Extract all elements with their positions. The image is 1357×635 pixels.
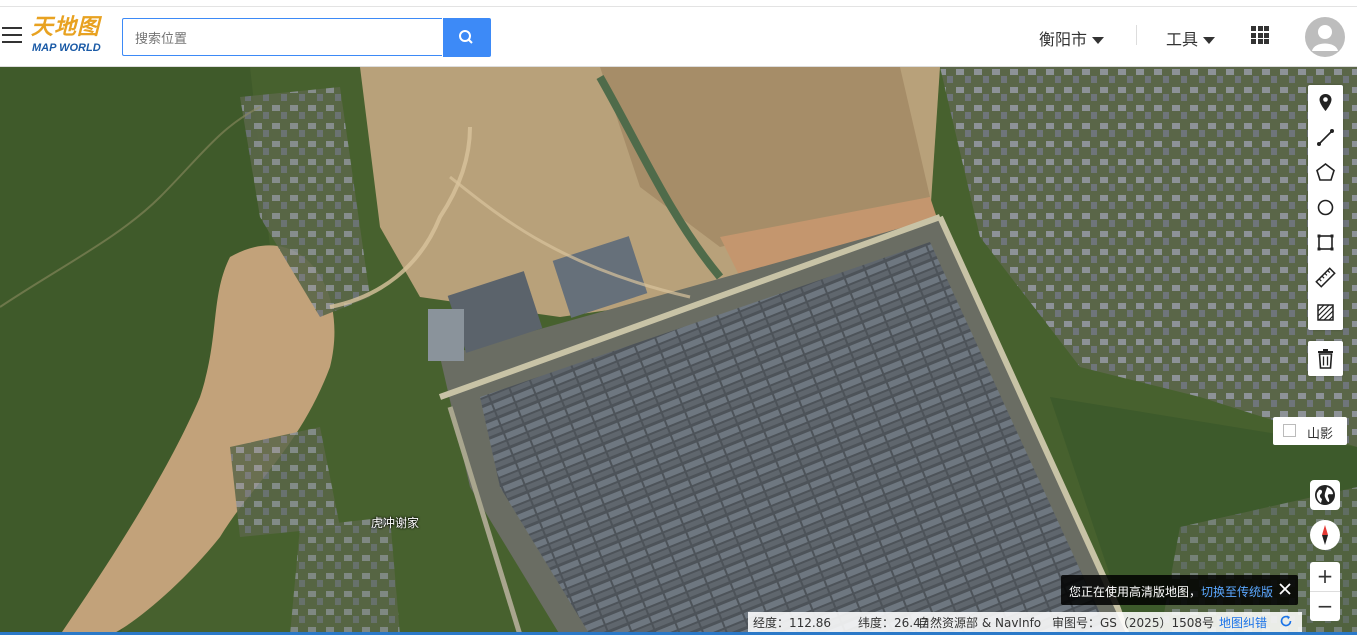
compass-icon[interactable]	[1310, 520, 1340, 550]
user-icon	[1312, 25, 1338, 51]
satellite-imagery	[0, 67, 1357, 635]
place-label: 虎冲谢家	[371, 516, 420, 530]
longitude-readout: 经度：112.86	[753, 616, 831, 630]
data-source: 自然资源部 & NavInfo	[918, 616, 1042, 630]
hatch-area-icon[interactable]	[1308, 295, 1343, 330]
map-version-notice: 您正在使用高清版地图，切换至传统版	[1061, 575, 1298, 605]
top-border	[0, 0, 1357, 7]
drawing-toolbar	[1308, 85, 1343, 330]
tools-label: 工具	[1166, 30, 1199, 49]
header-bar: 天地图 MAP WORLD 衡阳市 工具	[0, 7, 1357, 67]
chevron-down-icon	[1203, 37, 1216, 44]
line-icon[interactable]	[1308, 120, 1343, 155]
polygon-icon[interactable]	[1308, 155, 1343, 190]
search-box	[122, 18, 442, 56]
chevron-down-icon	[1092, 37, 1105, 44]
hillshade-label: 山影	[1307, 427, 1334, 442]
city-label: 衡阳市	[1039, 30, 1088, 49]
map-error-report-link[interactable]: 地图纠错	[1219, 614, 1267, 631]
city-selector[interactable]: 衡阳市	[1039, 26, 1105, 50]
hillshade-checkbox[interactable]	[1283, 424, 1296, 437]
marker-icon[interactable]	[1308, 85, 1343, 120]
approval-number: 审图号：GS（2025）1508号	[1052, 616, 1214, 630]
logo[interactable]: 天地图 MAP WORLD	[31, 15, 111, 59]
logo-text-cn: 天地图	[31, 14, 101, 40]
trash-icon[interactable]	[1308, 341, 1343, 376]
logo-text-en: MAP WORLD	[32, 42, 101, 54]
status-bar: 经度：112.86 纬度：26.47 自然资源部 & NavInfo 审图号：G…	[748, 612, 1302, 632]
zoom-out-button[interactable]: −	[1310, 591, 1340, 621]
zoom-in-button[interactable]: +	[1310, 562, 1340, 591]
globe-icon[interactable]	[1310, 480, 1340, 510]
circle-icon[interactable]	[1308, 190, 1343, 225]
menu-icon[interactable]	[2, 27, 22, 43]
switch-classic-link[interactable]: 切换至传统版	[1201, 585, 1273, 599]
rectangle-icon[interactable]	[1308, 225, 1343, 260]
close-icon[interactable]	[1277, 581, 1293, 597]
search-icon	[459, 30, 473, 44]
refresh-icon[interactable]	[1278, 613, 1294, 632]
tools-menu[interactable]: 工具	[1166, 26, 1216, 50]
search-button[interactable]	[443, 18, 491, 57]
hillshade-toggle[interactable]: 山影	[1273, 417, 1347, 445]
notice-text: 您正在使用高清版地图，	[1069, 585, 1202, 599]
search-input[interactable]	[133, 20, 437, 56]
ruler-icon[interactable]	[1308, 260, 1343, 295]
satellite-map[interactable]: 虎冲谢家	[0, 67, 1357, 635]
header-divider	[1136, 25, 1137, 45]
avatar[interactable]	[1305, 17, 1345, 57]
zoom-control: + −	[1310, 562, 1340, 621]
apps-grid-icon[interactable]	[1251, 26, 1269, 44]
